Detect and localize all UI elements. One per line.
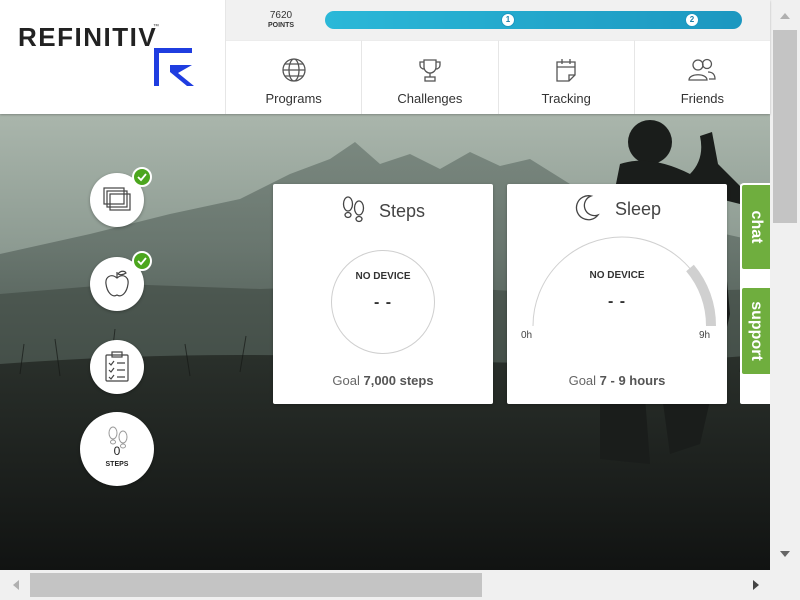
points-value: 7620: [269, 10, 293, 21]
sleep-goal-prefix: Goal: [568, 373, 597, 388]
site-header: REFINITIV ™ 7620 POINTS 1 2 Programs Cha…: [0, 0, 770, 114]
nav-challenges[interactable]: Challenges: [362, 40, 499, 114]
side-button-checklist[interactable]: [90, 340, 144, 394]
hero-background: 0 STEPS Steps NO DEVICE - - Goal 7,000 s…: [0, 114, 770, 570]
scroll-down-arrow-icon[interactable]: [770, 540, 800, 568]
vertical-scroll-thumb[interactable]: [773, 30, 797, 223]
nav-programs-label: Programs: [265, 91, 322, 106]
side-button-programs[interactable]: [90, 167, 152, 227]
main-nav: Programs Challenges Tracking Friends: [226, 40, 770, 114]
nav-friends[interactable]: Friends: [634, 40, 770, 114]
steps-count: 0: [113, 444, 121, 458]
steps-card[interactable]: Steps NO DEVICE - - Goal 7,000 steps: [273, 184, 493, 404]
nav-programs[interactable]: Programs: [226, 40, 363, 114]
scroll-left-arrow-icon[interactable]: [2, 570, 30, 600]
clipboard-checklist-icon: [105, 351, 129, 382]
nav-tracking-label: Tracking: [541, 91, 591, 106]
chat-tab-label: chat: [748, 210, 765, 244]
points-bar: 7620 POINTS 1 2: [226, 0, 770, 40]
chat-tab[interactable]: chat: [740, 183, 770, 271]
nav-friends-label: Friends: [680, 91, 725, 106]
steps-goal-value: 7,000 steps: [363, 373, 434, 388]
sleep-goal: Goal 7 - 9 hours: [507, 373, 727, 388]
sleep-value: - -: [607, 293, 627, 310]
nav-tracking[interactable]: Tracking: [498, 40, 635, 114]
points-progress-bar: 1 2: [325, 11, 742, 29]
trophy-icon: [419, 59, 441, 82]
refinitiv-mark-icon: [154, 48, 194, 86]
moon-icon: [575, 195, 600, 221]
vertical-scrollbar[interactable]: [770, 0, 800, 570]
sleep-card-title: Sleep: [615, 199, 662, 219]
milestone-1: 1: [501, 13, 515, 27]
scroll-up-arrow-icon[interactable]: [770, 2, 800, 30]
steps-value: - -: [373, 294, 393, 311]
sleep-gauge-min: 0h: [521, 330, 533, 341]
sleep-goal-value: 7 - 9 hours: [599, 373, 666, 388]
scroll-right-arrow-icon[interactable]: [742, 570, 770, 600]
side-button-nutrition[interactable]: [90, 251, 152, 311]
apple-icon: [105, 270, 129, 297]
brand-name: REFINITIV: [18, 22, 158, 52]
horizontal-scroll-thumb[interactable]: [30, 573, 482, 597]
milestone-2: 2: [685, 13, 699, 27]
globe-icon: [281, 58, 306, 82]
footprints-icon: [342, 196, 365, 223]
steps-device-status: NO DEVICE: [355, 271, 411, 282]
sleep-card[interactable]: Sleep NO DEVICE - - 0h 9h Goal 7 - 9 hou…: [507, 184, 727, 404]
sleep-gauge: [532, 236, 717, 327]
points-label: POINTS: [267, 22, 295, 29]
steps-goal: Goal 7,000 steps: [273, 373, 493, 388]
steps-label: STEPS: [105, 461, 129, 468]
calendar-icon: [556, 59, 576, 82]
completed-check-icon: [132, 251, 152, 271]
support-tab[interactable]: support: [740, 286, 770, 376]
completed-check-icon: [132, 167, 152, 187]
steps-card-title: Steps: [379, 201, 426, 221]
trademark-symbol: ™: [153, 24, 159, 30]
steps-goal-prefix: Goal: [332, 373, 360, 388]
support-tab-label: support: [748, 301, 765, 361]
sleep-device-status: NO DEVICE: [589, 270, 645, 281]
steps-widget[interactable]: 0 STEPS: [80, 412, 154, 486]
logo[interactable]: REFINITIV ™: [0, 0, 226, 114]
people-icon: [688, 58, 717, 81]
nav-challenges-label: Challenges: [397, 91, 463, 106]
horizontal-scrollbar[interactable]: [0, 570, 800, 600]
sleep-gauge-max: 9h: [699, 330, 711, 341]
stacked-cards-icon: [103, 187, 131, 211]
